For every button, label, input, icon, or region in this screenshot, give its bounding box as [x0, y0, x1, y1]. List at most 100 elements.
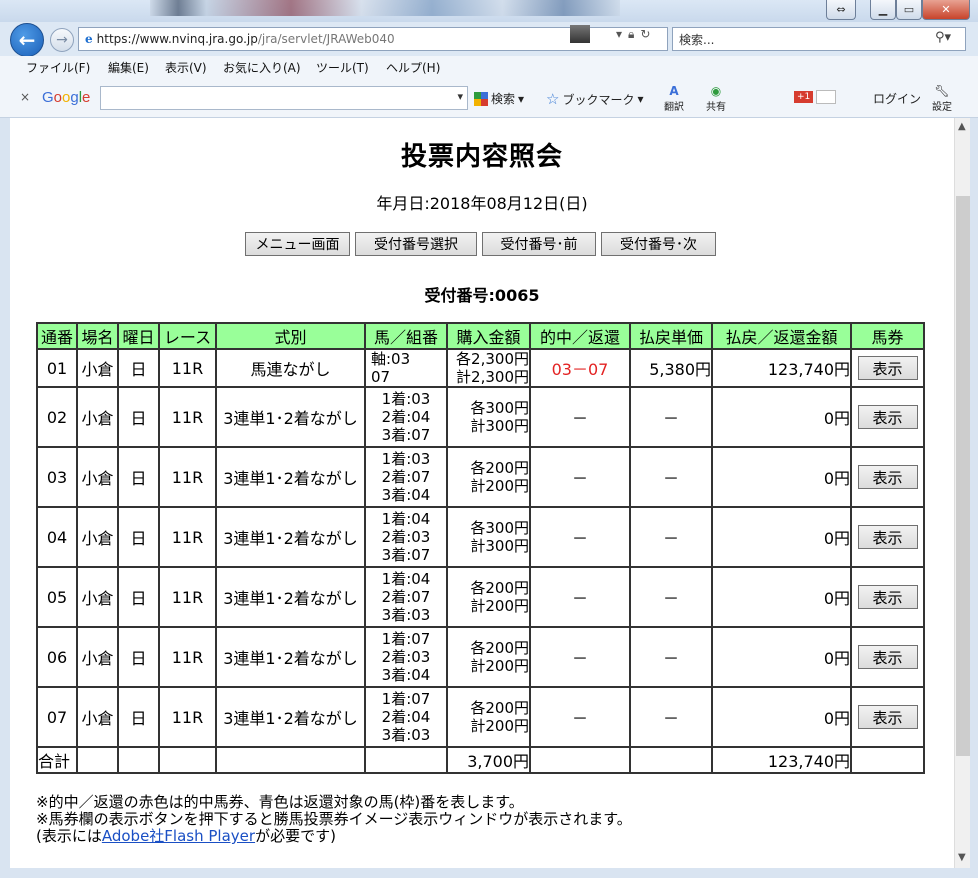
- show-ticket-button[interactable]: 表示: [857, 356, 918, 380]
- menu-favorites[interactable]: お気に入り(A): [223, 59, 301, 76]
- show-ticket-button[interactable]: 表示: [857, 585, 918, 609]
- vertical-scrollbar[interactable]: ▲ ▼: [954, 118, 970, 868]
- cell-race: 11R: [158, 506, 217, 568]
- cell-venue: 小倉: [76, 386, 119, 448]
- minimize-button[interactable]: ▁: [870, 0, 896, 20]
- combo-line: 2着:07: [381, 468, 431, 486]
- col-header-day: 曜日: [117, 322, 160, 350]
- gplus-count-box: [816, 90, 837, 104]
- scroll-down-icon[interactable]: ▼: [958, 852, 966, 863]
- table-header-row: 通番 場名 曜日 レース 式別 馬／組番 購入金額 的中／返還 払戻単価 払戻／…: [36, 322, 925, 350]
- cell-race: 11R: [158, 348, 217, 388]
- cell-ticket: 表示: [850, 566, 925, 628]
- share-label: 共有: [706, 102, 726, 113]
- cell-hit: －: [529, 506, 631, 568]
- cell-type: 3連単1･2着ながし: [215, 686, 366, 748]
- menu-tools[interactable]: ツール(T): [316, 59, 369, 76]
- combo-line: 3着:03: [381, 726, 431, 744]
- google-toolbar: × Google 検索▾ ☆ ブックマーク▾ A 翻訳 ◉ 共有 +1 ログイン…: [0, 78, 978, 118]
- show-ticket-button[interactable]: 表示: [857, 465, 918, 489]
- search-icon[interactable]: ⚲▾: [935, 30, 951, 45]
- close-window-button[interactable]: ✕: [922, 0, 970, 20]
- combo-line: 2着:07: [381, 588, 431, 606]
- cell-payout: 0円: [711, 386, 852, 448]
- show-ticket-button[interactable]: 表示: [857, 525, 918, 549]
- table-row: 05 小倉 日 11R 3連単1･2着ながし 1着:04 2着:07 3着:03 各…: [36, 566, 925, 628]
- cell-ticket: 表示: [850, 446, 925, 508]
- col-header-unit: 払戻単価: [629, 322, 713, 350]
- show-ticket-button[interactable]: 表示: [857, 645, 918, 669]
- menu-view[interactable]: 表示(V): [165, 59, 207, 76]
- combo-line: 1着:04: [381, 570, 431, 588]
- cell-venue: 小倉: [76, 566, 119, 628]
- show-ticket-button[interactable]: 表示: [857, 405, 918, 429]
- cell-unit: －: [629, 566, 713, 628]
- menu-screen-button[interactable]: メニュー画面: [245, 232, 350, 256]
- compat-view-icon[interactable]: [570, 25, 590, 43]
- refresh-icon[interactable]: ↻: [640, 27, 650, 41]
- cell-amount: 各300円 計300円: [446, 506, 531, 568]
- receipt-prev-button[interactable]: 受付番号･前: [482, 232, 596, 256]
- close-toolbar-icon[interactable]: ×: [20, 90, 30, 104]
- cell-no: 04: [36, 506, 78, 568]
- cell-hit: 03－07: [529, 348, 631, 388]
- lock-icon[interactable]: 🔒︎: [628, 27, 634, 42]
- note-line-3-post: が必要です): [255, 827, 336, 845]
- amount-each: 各300円: [470, 519, 529, 537]
- combo-line: 3着:07: [381, 546, 431, 564]
- star-icon: ☆: [546, 90, 560, 108]
- combo-line: 2着:03: [381, 528, 431, 546]
- bookmark-button[interactable]: ☆ ブックマーク ▾: [546, 90, 644, 108]
- amount-each: 各200円: [470, 639, 529, 657]
- cell-hit: －: [529, 566, 631, 628]
- amount-each: 各300円: [470, 399, 529, 417]
- combo-line: 1着:03: [381, 450, 431, 468]
- back-button[interactable]: ←: [10, 23, 44, 57]
- restore-tab-icon[interactable]: ⇔: [826, 0, 856, 20]
- gplus-button[interactable]: +1: [794, 90, 837, 104]
- cell-type: 3連単1･2着ながし: [215, 386, 366, 448]
- menu-bar: ファイル(F) 編集(E) 表示(V) お気に入り(A) ツール(T) ヘルプ(…: [0, 56, 978, 78]
- settings-button[interactable]: 🔧︎ 設定: [932, 84, 952, 113]
- google-search-button[interactable]: 検索 ▾: [474, 90, 524, 107]
- receipt-next-button[interactable]: 受付番号･次: [601, 232, 716, 256]
- share-button[interactable]: ◉ 共有: [706, 84, 726, 113]
- maximize-button[interactable]: ▭: [896, 0, 922, 20]
- translate-button[interactable]: A 翻訳: [664, 84, 684, 113]
- flash-player-link[interactable]: Adobe社Flash Player: [102, 827, 255, 845]
- login-link[interactable]: ログイン: [873, 90, 921, 107]
- cell-day: 日: [117, 566, 160, 628]
- date-line: 年月日:2018年08月12日(日): [376, 194, 588, 213]
- settings-label: 設定: [932, 102, 952, 113]
- amount-each: 各200円: [470, 579, 529, 597]
- search-placeholder: 検索...: [679, 32, 715, 47]
- cell-unit: －: [629, 626, 713, 688]
- google-search-input[interactable]: [100, 86, 468, 110]
- show-ticket-button[interactable]: 表示: [857, 705, 918, 729]
- scroll-up-icon[interactable]: ▲: [958, 121, 966, 132]
- cell-payout: 0円: [711, 566, 852, 628]
- menu-file[interactable]: ファイル(F): [26, 59, 90, 76]
- table-total-row: 合計 3,700円 123,740円: [36, 746, 925, 774]
- col-header-amount: 購入金額: [446, 322, 531, 350]
- receipt-select-button[interactable]: 受付番号選択: [355, 232, 477, 256]
- login-label: ログイン: [873, 92, 922, 106]
- amount-total: 計200円: [470, 717, 529, 735]
- cell-day: 日: [117, 348, 160, 388]
- cell-venue: 小倉: [76, 348, 119, 388]
- cell-combo: 1着:07 2着:03 3着:04: [364, 626, 448, 688]
- dropdown-icon[interactable]: ▾: [616, 27, 622, 41]
- combo-line: 軸:03: [371, 350, 411, 368]
- browser-search-input[interactable]: 検索... ⚲▾: [672, 27, 966, 51]
- cell-combo: 1着:03 2着:04 3着:07: [364, 386, 448, 448]
- page-viewport: 投票内容照会 年月日:2018年08月12日(日) メニュー画面 受付番号選択 …: [10, 118, 954, 868]
- scrollbar-thumb[interactable]: [956, 196, 970, 756]
- window-titlebar: ⇔ ▁ ▭ ✕: [0, 0, 978, 22]
- table-row: 01 小倉 日 11R 馬連ながし 軸:03 07 各2,300円 計2,300円 …: [36, 348, 925, 388]
- menu-help[interactable]: ヘルプ(H): [386, 59, 440, 76]
- tab-thumbnails: [150, 0, 620, 16]
- table-row: 04 小倉 日 11R 3連単1･2着ながし 1着:04 2着:03 3着:07 各…: [36, 506, 925, 568]
- cell-combo: 1着:04 2着:07 3着:03: [364, 566, 448, 628]
- menu-edit[interactable]: 編集(E): [108, 59, 149, 76]
- forward-button[interactable]: →: [50, 28, 74, 52]
